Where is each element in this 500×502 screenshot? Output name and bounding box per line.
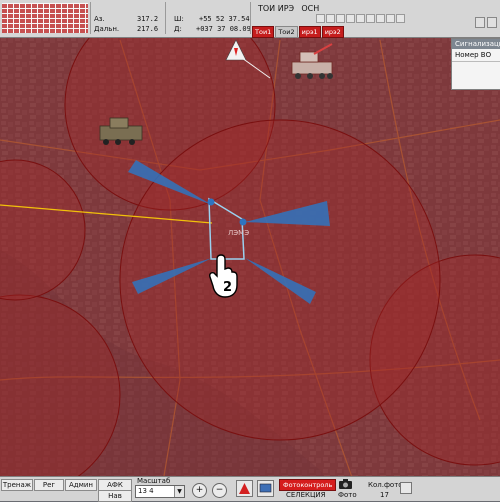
indicator-square[interactable] bbox=[376, 14, 385, 23]
screen-icon[interactable] bbox=[257, 480, 274, 497]
object-marker[interactable] bbox=[207, 198, 215, 206]
indicator-square[interactable] bbox=[366, 14, 375, 23]
indicator-square[interactable] bbox=[316, 14, 325, 23]
mode-toi-ire[interactable]: ТОИ ИРЭ bbox=[258, 4, 294, 13]
divider bbox=[90, 2, 91, 34]
object-label: ЛЭМЭ bbox=[228, 229, 249, 237]
photo-control-button[interactable]: Фотоконтроль bbox=[279, 479, 337, 491]
mode-osn[interactable]: ОСН bbox=[301, 4, 319, 13]
lon-label: Д: bbox=[174, 25, 182, 33]
photo-count-label: Кол.фото bbox=[368, 481, 403, 489]
scale-label: Масштаб bbox=[137, 477, 171, 485]
scale-value: 13 4 bbox=[138, 487, 154, 495]
toi1-button[interactable]: Тои1 bbox=[252, 26, 275, 38]
selection-label[interactable]: СЕЛЕКЦИЯ bbox=[286, 491, 326, 499]
divider bbox=[165, 2, 166, 34]
chevron-down-icon[interactable]: ▼ bbox=[174, 486, 184, 497]
signals-panel-title: Сигнализация bbox=[452, 39, 500, 49]
divider bbox=[250, 2, 251, 34]
distance-value: 217.6 bbox=[137, 25, 159, 33]
close-icon[interactable] bbox=[487, 17, 497, 28]
status-grid bbox=[2, 3, 88, 33]
indicator-square[interactable] bbox=[386, 14, 395, 23]
indicator-square[interactable] bbox=[396, 14, 405, 23]
warning-icon[interactable] bbox=[236, 480, 253, 497]
tab-nav[interactable]: Нав bbox=[98, 490, 132, 502]
distance-label: Дальн. bbox=[94, 25, 120, 33]
az-label: Аз. bbox=[94, 15, 105, 23]
signals-column-header[interactable]: Номер ВО bbox=[452, 49, 500, 62]
photo-count-value: 17 bbox=[380, 491, 389, 499]
photo-label: Фото bbox=[338, 491, 357, 499]
indicator-squares bbox=[316, 14, 406, 23]
indicator-square[interactable] bbox=[326, 14, 335, 23]
lat-label: Ш: bbox=[174, 15, 184, 23]
ire1-button[interactable]: ирэ1 bbox=[298, 26, 321, 38]
top-status-bar: Аз. 317.2 Дальн. 217.6 Ш: +55 52 37.54 Д… bbox=[0, 0, 500, 38]
zoom-out-button[interactable]: − bbox=[212, 483, 227, 498]
lon-value: +037 37 08.09 bbox=[196, 25, 251, 33]
tab-admin[interactable]: Админ bbox=[65, 479, 97, 491]
toi-buttons: Тои1 Тои2 ирэ1 ирэ2 bbox=[252, 26, 345, 38]
indicator-square[interactable] bbox=[356, 14, 365, 23]
ire2-button[interactable]: ирэ2 bbox=[321, 26, 344, 38]
zoom-in-button[interactable]: + bbox=[192, 483, 207, 498]
toi2-button[interactable]: Тои2 bbox=[275, 26, 298, 38]
mode-labels: ТОИ ИРЭ ОСН bbox=[258, 4, 324, 13]
tab-reg[interactable]: Рег bbox=[34, 479, 64, 491]
lat-value: +55 52 37.54 bbox=[199, 15, 250, 23]
signals-panel: Сигнализация Номер ВО bbox=[451, 38, 500, 90]
minimize-icon[interactable] bbox=[475, 17, 485, 28]
indicator-square[interactable] bbox=[346, 14, 355, 23]
checkbox-icon[interactable] bbox=[400, 482, 412, 494]
map-view[interactable]: ЛЭМЭ 2 bbox=[0, 0, 500, 500]
object-marker[interactable] bbox=[239, 218, 247, 226]
tab-trenazh[interactable]: Тренаж bbox=[1, 479, 33, 491]
cursor-number: 2 bbox=[223, 280, 232, 295]
indicator-square[interactable] bbox=[336, 14, 345, 23]
az-value: 317.2 bbox=[137, 15, 159, 23]
scale-select[interactable]: 13 4 ▼ bbox=[135, 485, 185, 498]
window-buttons bbox=[473, 17, 497, 30]
